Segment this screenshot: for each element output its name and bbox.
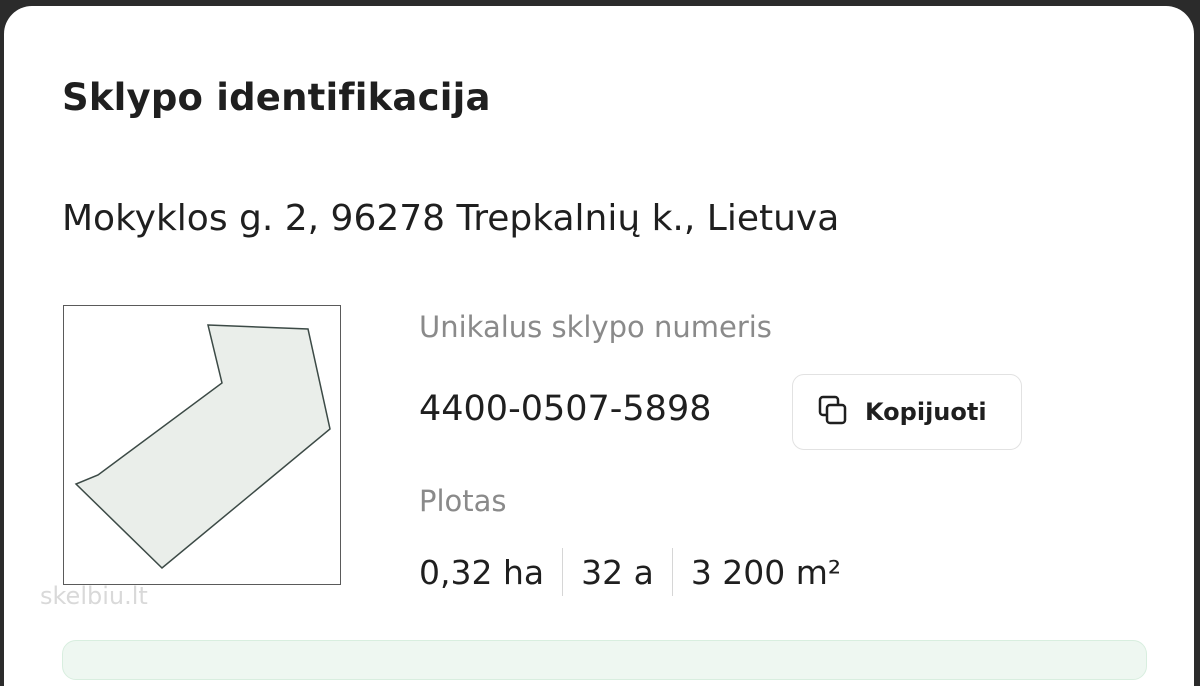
area-values: 0,32 ha 32 a 3 200 m² — [419, 546, 841, 598]
area-ares: 32 a — [581, 552, 654, 592]
area-label: Plotas — [419, 484, 507, 518]
parcel-number-value: 4400-0507-5898 — [419, 389, 712, 429]
area-divider — [562, 548, 564, 596]
area-square-meters: 3 200 m² — [690, 552, 842, 592]
parcel-address: Mokyklos g. 2, 96278 Trepkalnių k., Liet… — [62, 198, 840, 239]
parcel-shape-icon — [74, 324, 331, 570]
parcel-identification-panel: Sklypo identifikacija Mokyklos g. 2, 962… — [4, 6, 1194, 686]
parcel-shape-map — [63, 305, 341, 585]
copy-button-label: Kopijuoti — [865, 398, 987, 426]
copy-icon — [818, 395, 847, 425]
watermark-logo: skelbiu.lt — [40, 582, 148, 610]
info-banner — [62, 640, 1147, 680]
parcel-number-label: Unikalus sklypo numeris — [419, 310, 772, 344]
panel-title: Sklypo identifikacija — [62, 76, 491, 119]
area-divider — [671, 548, 673, 596]
copy-button[interactable]: Kopijuoti — [792, 374, 1022, 450]
watermark-text: skelbiu.lt — [40, 582, 148, 610]
area-hectares: 0,32 ha — [419, 552, 545, 592]
